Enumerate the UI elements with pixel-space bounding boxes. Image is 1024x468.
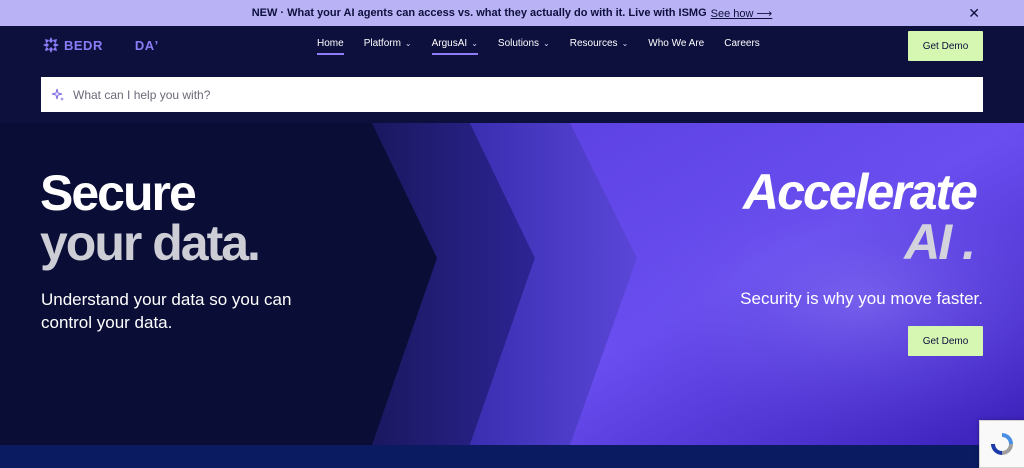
nav-item-resources[interactable]: Resources ⌄ bbox=[570, 38, 629, 55]
nav-label: Resources bbox=[569, 38, 618, 49]
recaptcha-icon bbox=[991, 433, 1013, 455]
nav-label: ArgusAI bbox=[431, 38, 468, 49]
chevron-down-icon: ⌄ bbox=[543, 39, 550, 48]
nav-label: Home bbox=[317, 38, 344, 49]
nav-label: Who We Are bbox=[648, 38, 705, 49]
logo-text-1: BEDR bbox=[64, 37, 103, 53]
nav-item-platform[interactable]: Platform ⌄ bbox=[364, 38, 412, 55]
search-input[interactable] bbox=[73, 87, 953, 102]
hero-get-demo-button[interactable]: Get Demo bbox=[908, 326, 983, 356]
nav-label: Solutions bbox=[497, 38, 540, 49]
hero-section: Secure your data. Understand your data s… bbox=[0, 123, 1024, 445]
hero-left-title-line1: Secure bbox=[40, 165, 197, 221]
next-section-strip bbox=[0, 445, 1024, 468]
announcement-text: NEW · What your AI agents can access vs.… bbox=[251, 7, 707, 19]
search-bar[interactable] bbox=[41, 77, 983, 112]
nav-label: Careers bbox=[724, 38, 760, 49]
close-icon[interactable]: ✕ bbox=[968, 5, 980, 22]
see-how-link[interactable]: See how ⟶ bbox=[711, 7, 773, 20]
nav-item-solutions[interactable]: Solutions ⌄ bbox=[498, 38, 550, 55]
site-header: BEDR DA ’ Home Platform ⌄ ArgusAI ⌄ Solu… bbox=[0, 26, 1024, 123]
logo-text-2: DA bbox=[134, 37, 155, 53]
chevron-down-icon: ⌄ bbox=[621, 39, 629, 48]
hero-right-title-line1: Accelerate bbox=[743, 164, 978, 220]
chevron-down-icon: ⌄ bbox=[471, 39, 478, 48]
nav-item-who-we-are[interactable]: Who We Are bbox=[648, 38, 704, 55]
main-nav: Home Platform ⌄ ArgusAI ⌄ Solutions ⌄ Re… bbox=[317, 38, 760, 55]
hero-right-subtitle: Security is why you move faster. bbox=[740, 289, 983, 308]
nav-item-argusai[interactable]: ArgusAI ⌄ bbox=[431, 38, 479, 55]
chevron-down-icon: ⌄ bbox=[404, 39, 412, 48]
recaptcha-badge[interactable] bbox=[979, 420, 1024, 468]
hero-right-title-line2: AI . bbox=[904, 214, 976, 270]
nav-label: Platform bbox=[363, 38, 401, 49]
get-demo-button[interactable]: Get Demo bbox=[908, 31, 983, 61]
logo[interactable]: BEDR DA ’ bbox=[42, 36, 159, 54]
nav-item-careers[interactable]: Careers bbox=[724, 38, 760, 55]
sparkle-icon bbox=[51, 88, 64, 101]
logo-mark-icon bbox=[43, 37, 59, 53]
hero-left-subtitle: Understand your data so you can control … bbox=[41, 290, 292, 332]
hero-left-title-line2: your data. bbox=[40, 215, 261, 271]
announcement-bar: NEW · What your AI agents can access vs.… bbox=[0, 0, 1024, 26]
nav-item-home[interactable]: Home bbox=[317, 38, 344, 55]
